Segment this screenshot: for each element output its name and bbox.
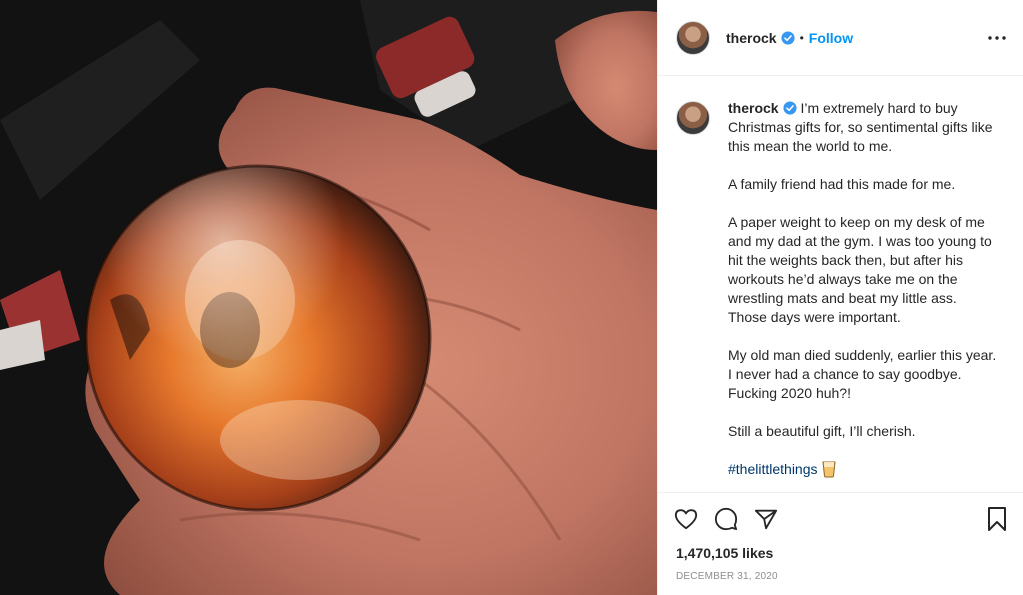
actions-area: 1,470,105 likes December 31, 2020 (658, 492, 1023, 595)
likes-count[interactable]: 1,470,105 likes (676, 545, 1009, 561)
caption-hashtag-line: #thelittlethings (728, 460, 998, 479)
action-row (674, 493, 1009, 545)
header-username[interactable]: therock (726, 30, 777, 46)
photo-illustration (0, 0, 657, 595)
header-separator: • (799, 30, 804, 45)
caption-paragraph-3: A paper weight to keep on my desk of me … (728, 214, 992, 325)
verified-badge-icon (783, 101, 797, 115)
caption-area: therock I’m extremely hard to buy Christ… (658, 76, 1023, 492)
verified-badge-icon (781, 30, 795, 45)
caption-paragraph-5: Still a beautiful gift, I’ll cherish. (728, 423, 916, 439)
caption-paragraph-4: My old man died suddenly, earlier this y… (728, 347, 997, 401)
share-icon[interactable] (754, 507, 778, 531)
follow-button[interactable]: Follow (809, 30, 853, 46)
instagram-post: therock • Follow therock I’m extremely h… (0, 0, 1023, 595)
more-options-icon[interactable] (985, 26, 1009, 50)
heart-icon[interactable] (674, 507, 698, 531)
post-photo[interactable] (0, 0, 657, 595)
caption-paragraph: therock I’m extremely hard to buy Christ… (728, 99, 998, 156)
caption-paragraph-2: A family friend had this made for me. (728, 176, 956, 192)
caption-avatar[interactable] (676, 101, 710, 135)
post-header: therock • Follow (658, 0, 1023, 76)
bookmark-icon[interactable] (985, 507, 1009, 531)
caption-username[interactable]: therock (728, 100, 779, 116)
post-side-panel: therock • Follow therock I’m extremely h… (657, 0, 1023, 595)
tumbler-glass-icon (821, 461, 836, 478)
hashtag-link[interactable]: #thelittlethings (728, 461, 818, 477)
post-date[interactable]: December 31, 2020 (676, 571, 1009, 582)
comment-icon[interactable] (714, 507, 738, 531)
caption-text: therock I’m extremely hard to buy Christ… (728, 99, 998, 492)
header-avatar[interactable] (676, 20, 710, 55)
